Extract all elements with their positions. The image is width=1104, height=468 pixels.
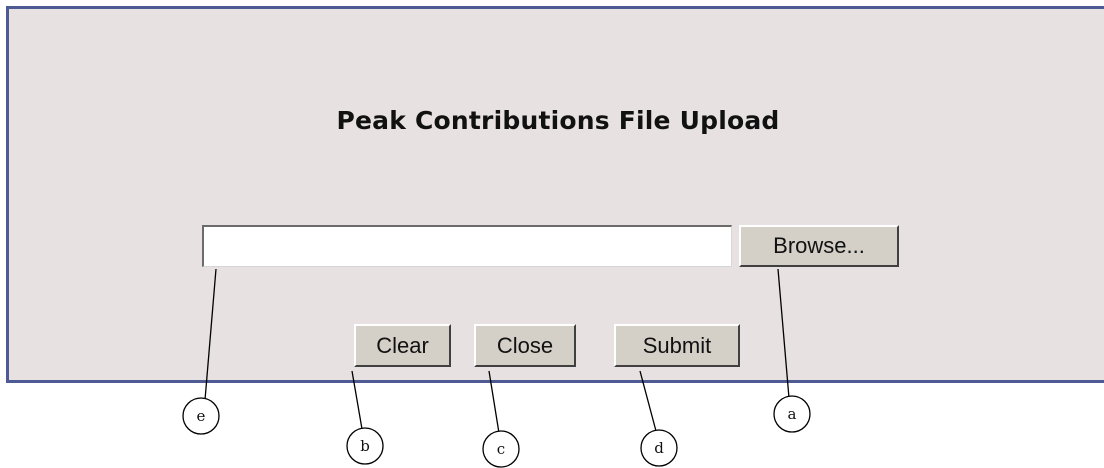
callout-line-d — [639, 370, 657, 432]
callout-annotations: e b c d a — [182, 268, 811, 468]
callout-line-a — [777, 268, 790, 399]
callout-line-e — [204, 268, 217, 401]
callout-label-d: d — [654, 439, 664, 457]
callout-label-b: b — [360, 437, 370, 455]
callout-line-c — [488, 370, 500, 434]
callout-label-a: a — [788, 405, 797, 423]
callout-label-e: e — [197, 407, 206, 425]
callout-label-c: c — [497, 440, 505, 458]
callout-line-b — [351, 370, 363, 430]
